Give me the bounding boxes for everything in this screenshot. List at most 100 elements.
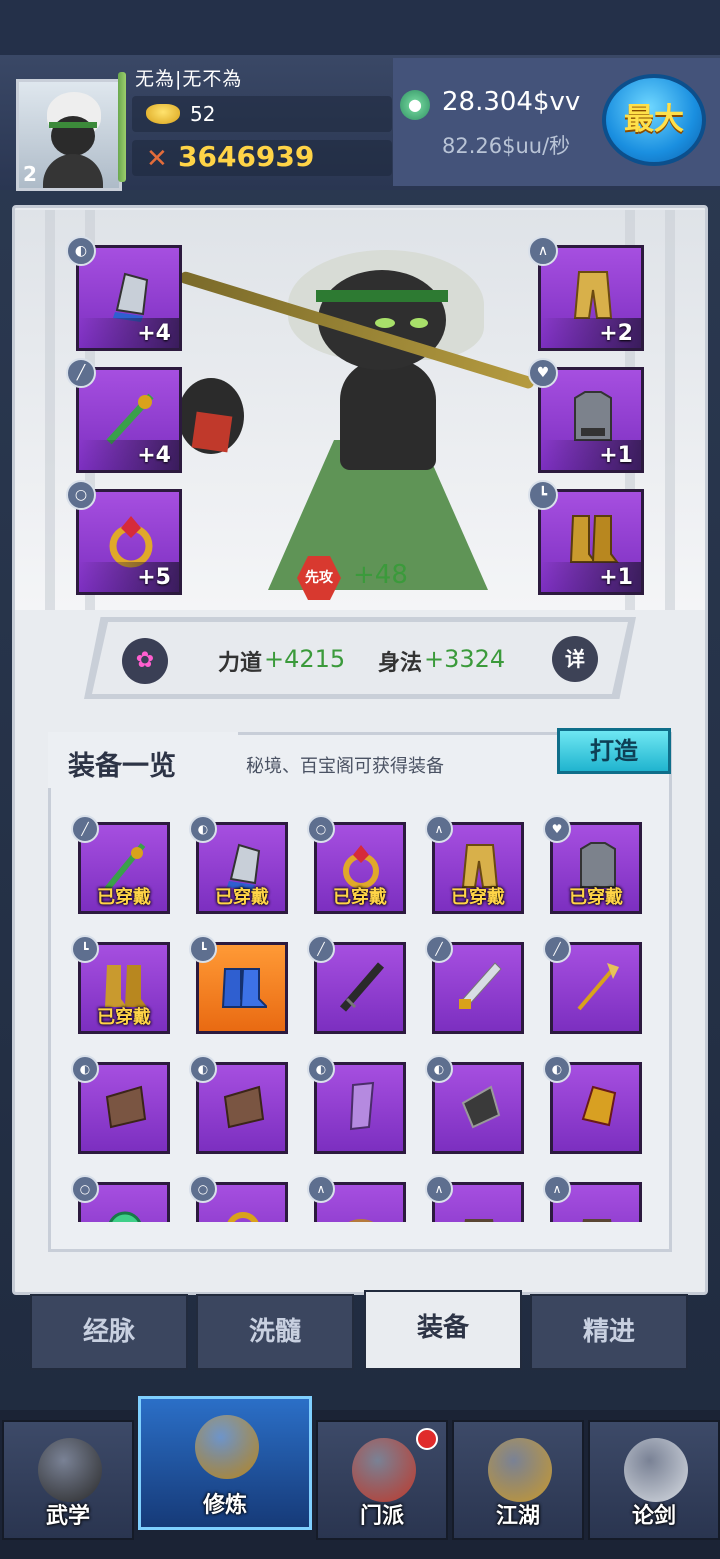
pants-icon: ∧ [425,815,453,843]
equipment-item[interactable]: ◐ 已穿戴 [189,815,288,914]
equipment-item[interactable]: ┗ [189,935,288,1034]
sword-icon [624,1438,688,1502]
equipment-item[interactable]: ♥ 已穿戴 [543,815,642,914]
equipment-item[interactable]: ◐ [543,1055,642,1154]
strength-value: +4215 [264,645,346,673]
gold-value: 52 [190,102,216,126]
equipment-item[interactable]: ∧ [543,1175,642,1222]
slot-level: +4 [137,443,171,468]
ring-icon: ○ [189,1175,217,1203]
agility-value: +3324 [424,645,506,673]
equipment-item[interactable]: ○ [189,1175,288,1222]
equipment-list-title: 装备一览 [68,751,176,782]
equipment-item[interactable]: ◐ [189,1055,288,1154]
equipment-item[interactable]: ◐ [71,1055,170,1154]
sub-tab-4[interactable]: 精进 [530,1294,688,1370]
equipment-item[interactable]: ○ 已穿戴 [307,815,406,914]
equipment-item[interactable]: ╱ [425,935,524,1034]
character-eye [410,318,428,328]
boots-icon: ┗ [528,480,558,510]
nav-label: 武学 [45,1504,90,1529]
sub-tab-1[interactable]: 经脉 [30,1294,188,1370]
player-name: 无為|无不為 [135,68,243,90]
equipment-item[interactable]: ○ [71,1175,170,1222]
equipment-item[interactable]: ┗ 已穿戴 [71,935,170,1034]
dragon-bracer-art [581,1085,617,1127]
ring-icon: ○ [71,1175,99,1203]
coin-person-icon: ● [400,90,430,120]
leather-bracer-art [105,1085,147,1129]
flower-attribute-icon: ✿ [122,638,168,684]
sub-tab-bar: 经脉 洗髓 装备 精进 [30,1290,690,1370]
equipment-item[interactable]: ∧ [307,1175,406,1222]
avatar[interactable]: 2 [16,79,122,191]
initiative-badge: 先攻 [297,556,341,600]
bracer-icon: ◐ [189,815,217,843]
gold-ring-art [227,1212,259,1222]
bracer-icon: ◐ [189,1055,217,1083]
gold-dagger-art [459,962,502,1009]
weapon-icon: ╱ [71,815,99,843]
character-headband [316,290,448,302]
crossed-swords-icon: ✕ [146,144,168,174]
character-body [340,360,436,470]
bracer-icon: ◐ [307,1055,335,1083]
nav-label: 江湖 [495,1504,540,1529]
equipped-label: 已穿戴 [333,887,387,908]
ring-icon: ○ [66,480,96,510]
slot-level: +5 [137,565,171,590]
forge-button[interactable]: 打造 [557,728,671,774]
bracer-icon: ◐ [425,1055,453,1083]
equipment-item[interactable]: ◐ [425,1055,524,1154]
nav-label: 论剑 [631,1504,676,1529]
bamboo-decoration [118,72,126,182]
violet-bracer-art [349,1081,375,1131]
bracer-icon: ◐ [71,1055,99,1083]
dark-pants-art [464,1219,494,1222]
ninja-icon [38,1438,102,1502]
equipment-item[interactable]: ╱ [307,935,406,1034]
detail-button[interactable]: 详 [552,636,598,682]
bottom-navigation: 武学 修炼 门派 江湖 论剑 [0,1396,720,1559]
max-button[interactable]: 最大 [602,74,706,166]
equipped-label: 已穿戴 [451,887,505,908]
nav-gate[interactable]: 门派 [316,1420,448,1540]
slot-level: +1 [599,443,633,468]
gold-row: 52 [132,96,392,132]
equipment-item[interactable]: ╱ [543,935,642,1034]
equipment-item[interactable]: ∧ [425,1175,524,1222]
sub-tab-2[interactable]: 洗髓 [196,1294,354,1370]
black-sword-art [339,962,385,1012]
gourd-icon [488,1438,552,1502]
equipment-item[interactable]: ◐ [307,1055,406,1154]
initiative-display: 先攻 +48 [297,556,417,600]
equipment-item[interactable]: ╱ 已穿戴 [71,815,170,914]
armor-art [574,391,612,441]
slot-level: +4 [137,321,171,346]
equipment-grid[interactable]: ╱ 已穿戴 ◐ 已穿戴 ○ 已穿戴 ∧ 已穿戴 ♥ 已穿戴 ┗ 已穿戴 ┗ ╱ ╱ ╱ ◐ ◐ ◐ ◐ ◐ ○ ○ ∧ ∧ ∧ [60,800,660,1222]
notification-dot-icon [416,1428,438,1450]
weapon-icon: ╱ [307,935,335,963]
meditation-icon [195,1415,259,1479]
nav-ninja[interactable]: 武学 [2,1420,134,1540]
nav-label: 门派 [359,1504,404,1529]
nav-meditation[interactable]: 修炼 [138,1396,312,1530]
slot-level: +2 [599,321,633,346]
player-level: 2 [23,162,37,186]
nav-sword[interactable]: 论剑 [588,1420,720,1540]
agility-label: 身法 [378,651,423,676]
bamboo-bg [665,210,675,610]
flute-art [106,393,154,445]
pants-icon: ∧ [425,1175,453,1203]
weapon-icon: ╱ [425,935,453,963]
bracer-icon: ◐ [66,236,96,266]
gate-icon [352,1438,416,1502]
pants-art [573,271,613,319]
boots-icon: ┗ [189,935,217,963]
sub-tab-3[interactable]: 装备 [364,1290,522,1370]
equipment-item[interactable]: ∧ 已穿戴 [425,815,524,914]
pants-icon: ∧ [307,1175,335,1203]
weapon-icon: ╱ [66,358,96,388]
pants-icon: ∧ [543,1175,571,1203]
nav-gourd[interactable]: 江湖 [452,1420,584,1540]
